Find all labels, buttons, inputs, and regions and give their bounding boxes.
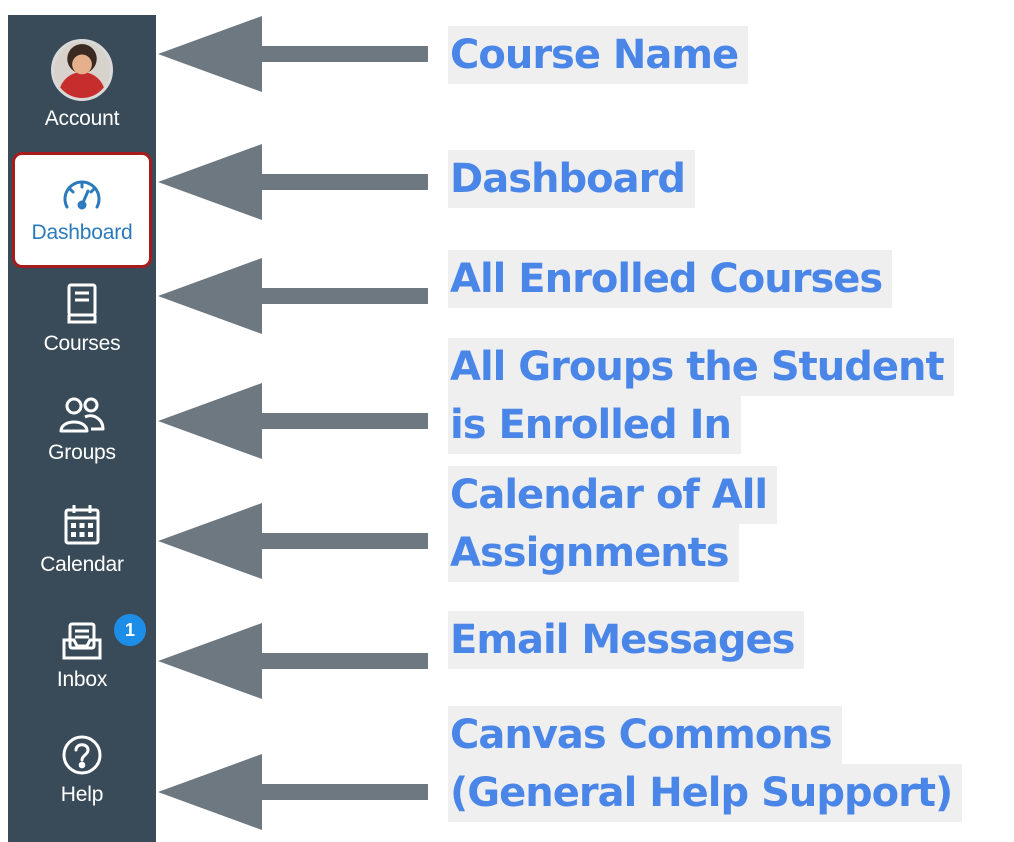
callout-groups-line1: All Groups the Student	[448, 338, 954, 396]
callout-commons-line1: Canvas Commons	[448, 706, 842, 764]
callout-dashboard: Dashboard	[448, 150, 695, 208]
nav-item-label: Inbox	[56, 668, 108, 691]
callout-calendar-line1: Calendar of All	[448, 466, 778, 524]
arrow-left-icon	[158, 144, 428, 220]
arrow-left-icon	[158, 258, 428, 334]
nav-item-groups[interactable]: Groups	[8, 395, 156, 465]
callout-all-enrolled-courses: All Enrolled Courses	[448, 250, 893, 308]
calendar-icon	[62, 503, 102, 547]
nav-item-inbox[interactable]: 1 Inbox	[8, 612, 156, 692]
callout-commons-line2: (General Help Support)	[448, 764, 963, 822]
dashboard-gauge-icon	[60, 175, 104, 215]
avatar	[51, 39, 113, 101]
nav-item-dashboard[interactable]: Dashboard	[8, 175, 156, 245]
nav-item-help[interactable]: Help	[8, 733, 156, 807]
arrow-left-icon	[158, 16, 428, 92]
arrow-left-icon	[158, 623, 428, 699]
callout-email-messages: Email Messages	[448, 611, 805, 669]
callout-course-name: Course Name	[448, 26, 749, 84]
nav-item-label: Calendar	[40, 553, 124, 576]
arrow-left-icon	[158, 503, 428, 579]
nav-item-calendar[interactable]: Calendar	[8, 503, 156, 577]
unread-count-badge: 1	[112, 612, 148, 648]
nav-item-label: Dashboard	[31, 221, 133, 244]
nav-item-label: Help	[60, 783, 104, 806]
nav-item-courses[interactable]: Courses	[8, 282, 156, 356]
groups-people-icon	[59, 395, 105, 435]
nav-item-label: Groups	[48, 441, 116, 464]
callout-calendar-line2: Assignments	[448, 524, 739, 582]
nav-item-label: Courses	[43, 332, 121, 355]
inbox-tray-icon: 1	[60, 612, 148, 662]
help-question-icon	[60, 733, 104, 777]
arrow-left-icon	[158, 383, 428, 459]
global-navigation-sidebar: Account Dashboard Courses Groups Calenda…	[8, 15, 156, 842]
nav-item-label: Account	[44, 107, 120, 130]
nav-item-account[interactable]: Account	[8, 39, 156, 131]
arrow-left-icon	[158, 754, 428, 830]
courses-book-icon	[64, 282, 100, 326]
callout-groups-line2: is Enrolled In	[448, 396, 741, 454]
